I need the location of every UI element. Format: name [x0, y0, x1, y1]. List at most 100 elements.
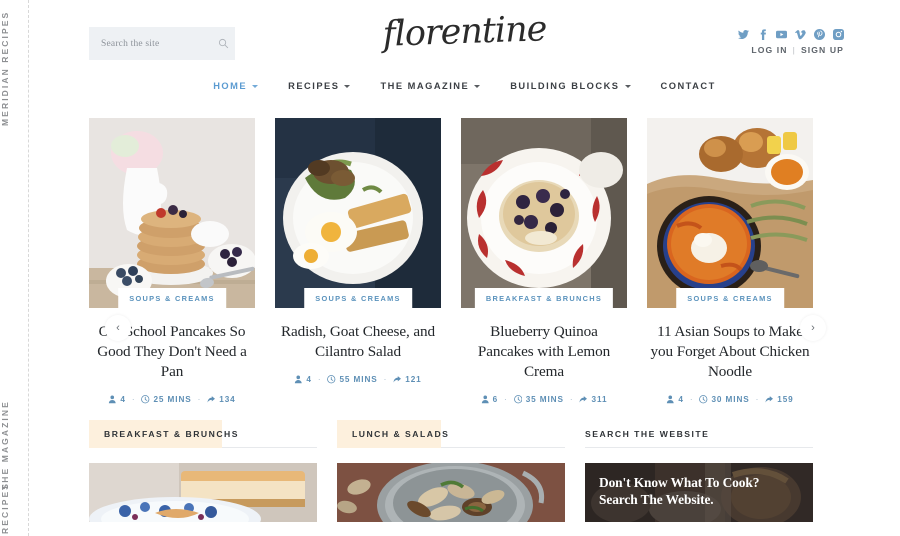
person-icon: [667, 395, 675, 404]
nav-item-the-magazine-label: THE MAGAZINE: [380, 81, 470, 91]
servings-value: 4: [678, 395, 684, 405]
shares-value: 159: [777, 395, 794, 405]
account-links: LOG IN | SIGN UP: [751, 45, 844, 55]
nav-item-home-label: HOME: [213, 81, 248, 91]
section-title: SEARCH THE WEBSITE: [585, 428, 710, 439]
nav-item-the-magazine[interactable]: THE MAGAZINE: [380, 81, 481, 91]
clock-icon: [327, 375, 336, 384]
recipe-card-image[interactable]: BREAKFAST & BRUNCHS: [461, 118, 627, 308]
shares-value: 134: [219, 395, 236, 405]
chevron-down-icon: [344, 84, 351, 88]
servings-meta: 4: [666, 395, 683, 404]
login-link[interactable]: LOG IN: [751, 45, 787, 55]
meta-separator: ·: [569, 395, 574, 405]
person-icon: [295, 375, 303, 384]
share-icon: [765, 396, 774, 403]
chevron-down-icon: [252, 84, 259, 88]
rail-item-recipes[interactable]: RECIPES: [0, 482, 29, 534]
person-icon: [481, 395, 489, 404]
pinterest-icon[interactable]: [814, 29, 825, 40]
section-lunch-salads: LUNCH & SALADS: [337, 420, 565, 522]
recipe-card-meta: 4 · 30 MINS · 159: [647, 395, 813, 404]
section-title: LUNCH & SALADS: [352, 428, 450, 439]
youtube-icon[interactable]: [776, 29, 787, 40]
nav-item-home[interactable]: HOME: [213, 81, 259, 91]
person-icon: [109, 395, 117, 404]
time-value: 55 MINS: [339, 375, 378, 385]
recipe-category-badge[interactable]: BREAKFAST & BRUNCHS: [474, 288, 614, 308]
page-root: MERIDIAN RECIPES THE MAGAZINE RECIPES fl…: [0, 0, 900, 536]
time-value: 35 MINS: [525, 395, 564, 405]
meta-separator: ·: [755, 395, 760, 405]
section-breakfast-brunchs: BREAKFAST & BRUNCHS: [89, 420, 317, 522]
facebook-icon[interactable]: [757, 29, 768, 40]
section-header[interactable]: LUNCH & SALADS: [337, 420, 565, 448]
twitter-icon[interactable]: [738, 29, 749, 40]
share-icon: [580, 396, 588, 403]
left-vertical-rail: MERIDIAN RECIPES THE MAGAZINE RECIPES: [0, 0, 29, 536]
section-header[interactable]: SEARCH THE WEBSITE: [585, 420, 813, 448]
recipe-card-image[interactable]: SOUPS & CREAMS: [89, 118, 255, 308]
rail-item-meridian-recipes[interactable]: MERIDIAN RECIPES: [0, 8, 29, 128]
mushroom-pan-photo: [337, 463, 565, 522]
recipe-card-image[interactable]: SOUPS & CREAMS: [275, 118, 441, 308]
shares-value: 121: [405, 375, 422, 385]
meta-separator: ·: [504, 395, 508, 405]
servings-value: 4: [306, 375, 312, 385]
meta-separator: ·: [383, 375, 388, 385]
nav-item-recipes-label: RECIPES: [288, 81, 340, 91]
carousel-next-button[interactable]: ›: [800, 315, 826, 341]
meta-separator: ·: [197, 395, 202, 405]
shares-meta: 121: [393, 375, 421, 384]
share-icon: [393, 376, 402, 383]
recipe-category-badge[interactable]: SOUPS & CREAMS: [676, 288, 784, 308]
search-promo-banner[interactable]: Don't Know What To Cook? Search The Webs…: [585, 463, 813, 522]
main-navigation: HOME RECIPES THE MAGAZINE BUILDING BLOCK…: [29, 81, 900, 91]
shares-value: 311: [591, 395, 608, 405]
shares-meta: 159: [765, 395, 793, 404]
carousel-prev-button[interactable]: ‹: [105, 315, 131, 341]
blueberry-pancakes-photo: [461, 118, 627, 308]
recipe-card-title[interactable]: Blueberry Quinoa Pancakes with Lemon Cre…: [461, 322, 627, 382]
section-title: BREAKFAST & BRUNCHS: [104, 428, 239, 439]
chevron-down-icon: [474, 84, 481, 88]
time-meta: 25 MINS: [141, 395, 191, 404]
time-value: 25 MINS: [153, 395, 192, 405]
section-search-website: SEARCH THE WEBSITE Don't Know What To Co…: [585, 420, 813, 522]
clock-icon: [699, 395, 708, 404]
vimeo-icon[interactable]: [795, 29, 806, 40]
promo-line-1: Don't Know What To Cook?: [599, 475, 760, 490]
section-thumbnail[interactable]: [337, 463, 565, 522]
recipe-card[interactable]: SOUPS & CREAMS Radish, Goat Cheese, and …: [275, 118, 441, 404]
social-links: [738, 29, 844, 40]
recipe-card[interactable]: SOUPS & CREAMS 11 Asian Soups to Make yo…: [647, 118, 813, 404]
time-meta: 30 MINS: [699, 395, 749, 404]
recipe-card-title[interactable]: 11 Asian Soups to Make you Forget About …: [647, 322, 813, 382]
nav-item-building-blocks[interactable]: BUILDING BLOCKS: [510, 81, 631, 91]
time-meta: 55 MINS: [327, 375, 377, 384]
account-separator: |: [792, 45, 796, 55]
signup-link[interactable]: SIGN UP: [801, 45, 844, 55]
clock-icon: [513, 395, 523, 404]
shares-meta: 311: [579, 395, 607, 404]
recipe-card-meta: 6 · 35 MINS · 311: [461, 395, 627, 404]
nav-item-recipes[interactable]: RECIPES: [288, 81, 351, 91]
recipe-category-badge[interactable]: SOUPS & CREAMS: [118, 288, 226, 308]
carousel-card-list: SOUPS & CREAMS Old School Pancakes So Go…: [89, 118, 813, 404]
recipe-card-image[interactable]: SOUPS & CREAMS: [647, 118, 813, 308]
instagram-icon[interactable]: [833, 29, 844, 40]
servings-meta: 4: [294, 375, 311, 384]
shares-meta: 134: [207, 395, 235, 404]
recipe-card-title[interactable]: Radish, Goat Cheese, and Cilantro Salad: [275, 322, 441, 362]
section-thumbnail[interactable]: [89, 463, 317, 522]
nav-item-contact[interactable]: CONTACT: [661, 81, 716, 91]
meta-separator: ·: [317, 375, 322, 385]
salad-photo: [275, 118, 441, 308]
rail-item-the-magazine[interactable]: THE MAGAZINE: [0, 400, 29, 490]
recipe-card[interactable]: SOUPS & CREAMS Old School Pancakes So Go…: [89, 118, 255, 404]
recipe-card[interactable]: BREAKFAST & BRUNCHS Blueberry Quinoa Pan…: [461, 118, 627, 404]
time-meta: 35 MINS: [513, 395, 564, 405]
section-header[interactable]: BREAKFAST & BRUNCHS: [89, 420, 317, 448]
recipe-category-badge[interactable]: SOUPS & CREAMS: [304, 288, 412, 308]
category-sections: BREAKFAST & BRUNCHS LUNCH & SALADS SEARC…: [29, 420, 900, 536]
